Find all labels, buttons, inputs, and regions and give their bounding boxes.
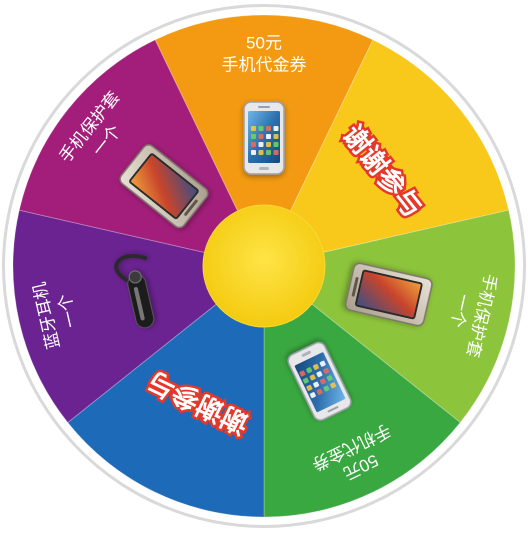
segment-label-coupon-50-top-line-1: 50元 xyxy=(246,33,282,52)
phone-speaker-coupon-50-top xyxy=(258,106,270,108)
phone-app-tile-coupon-50-top xyxy=(251,150,256,155)
wheel-hub[interactable] xyxy=(202,204,326,328)
phone-home-button-coupon-50-top xyxy=(259,167,269,170)
phone-app-tile-coupon-50-top xyxy=(251,142,256,147)
phone-app-tile-coupon-50-top xyxy=(258,126,264,131)
phone-app-tile-coupon-50-top xyxy=(251,134,256,139)
smartphone-icon-coupon-50-top xyxy=(243,101,285,175)
phone-app-tile-coupon-50-top xyxy=(258,150,264,155)
prize-wheel[interactable]: 50元手机代金券谢谢参与手机保护套一个50元手机代金券谢谢参与蓝牙耳机一个手机保… xyxy=(0,0,528,533)
phone-app-tile-coupon-50-top xyxy=(273,142,279,147)
phone-app-tile-coupon-50-top xyxy=(273,134,279,139)
phone-app-tile-coupon-50-top xyxy=(251,126,256,131)
lucky-wheel-stage: 50元 手机代金券 谢谢参与 手机保护套 一个 50元 手机代金券 谢谢参与 蓝牙耳机 一个 手机保… xyxy=(0,0,528,533)
phone-app-tile-coupon-50-top xyxy=(266,142,271,147)
phone-app-tile-coupon-50-top xyxy=(266,126,271,131)
phone-app-tile-coupon-50-top xyxy=(266,150,271,155)
phone-app-tile-coupon-50-top xyxy=(258,142,264,147)
phone-app-tile-coupon-50-top xyxy=(266,134,271,139)
phone-app-tile-coupon-50-top xyxy=(258,134,264,139)
phone-app-tile-coupon-50-top xyxy=(273,126,279,131)
segment-label-coupon-50-top-line-2: 手机代金券 xyxy=(222,55,307,74)
phone-app-tile-coupon-50-top xyxy=(273,150,279,155)
